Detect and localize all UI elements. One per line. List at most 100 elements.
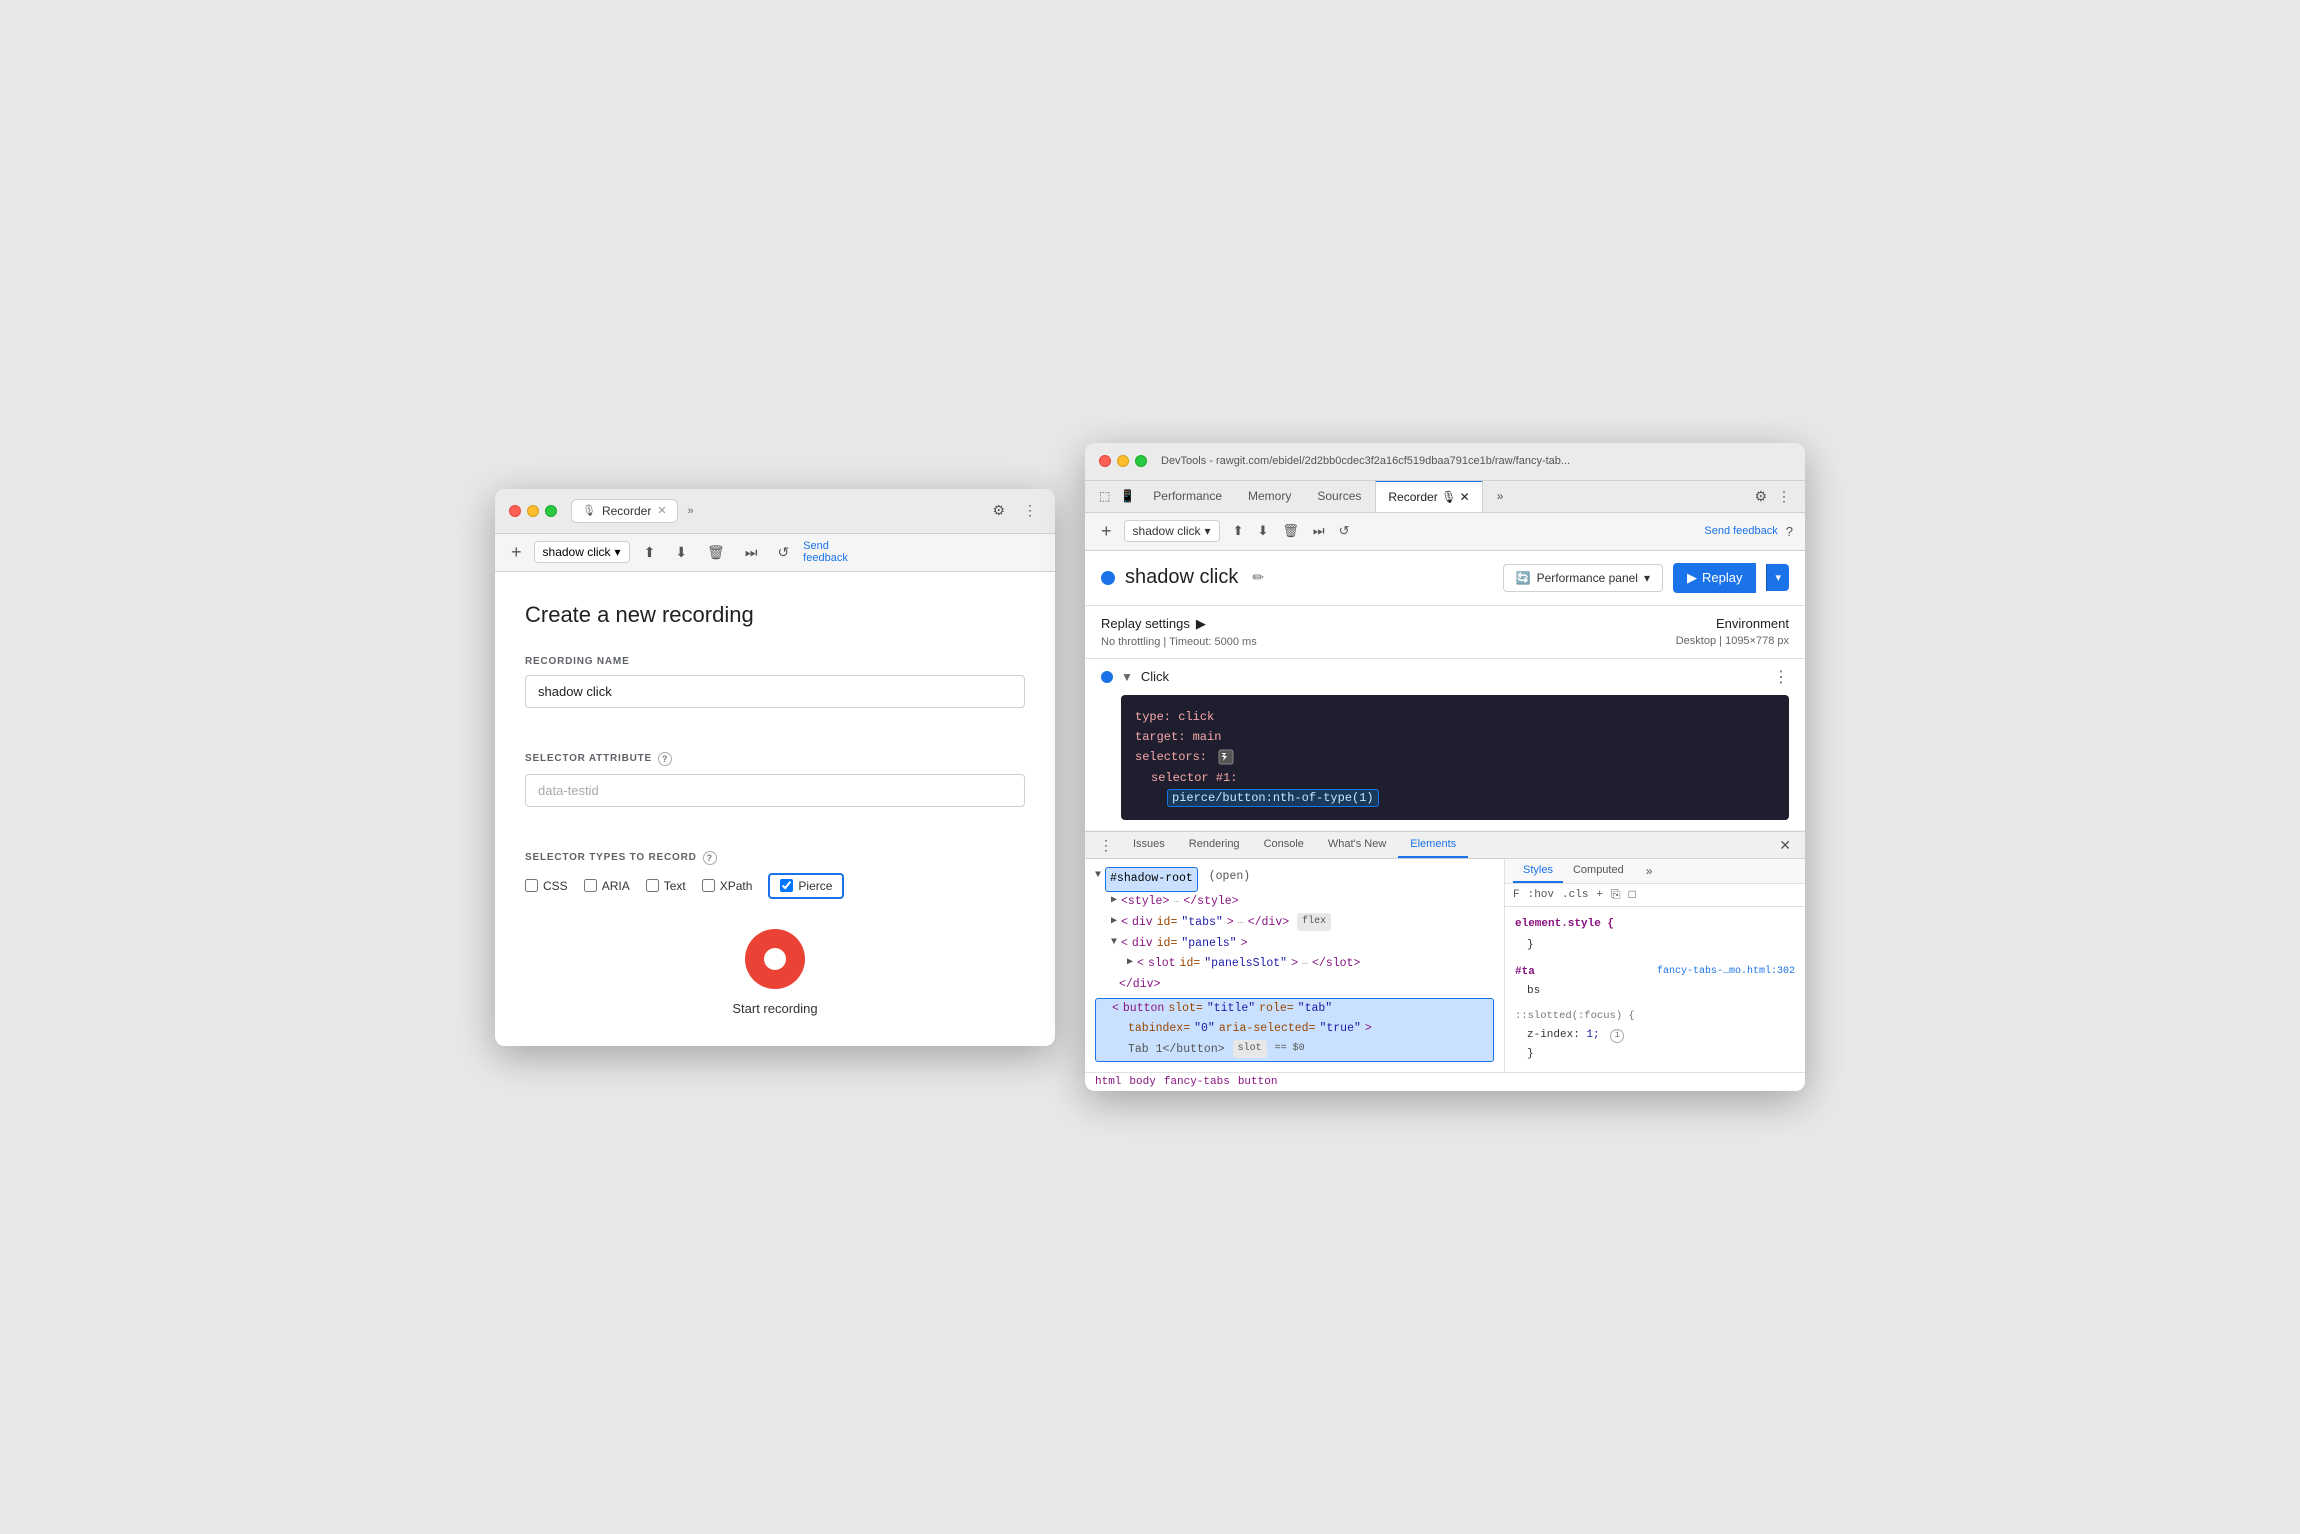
tab-performance[interactable]: Performance bbox=[1141, 481, 1234, 511]
more-icon-right[interactable]: ⋮ bbox=[1773, 486, 1795, 507]
pierce-checkbox-item[interactable]: Pierce bbox=[768, 873, 844, 899]
breadcrumb-html[interactable]: html bbox=[1095, 1076, 1121, 1088]
replay-dropdown-button[interactable]: ▾ bbox=[1766, 564, 1789, 591]
cls-label[interactable]: .cls bbox=[1562, 889, 1588, 901]
tab-recorder[interactable]: Recorder 🎙 ✕ bbox=[1375, 481, 1482, 512]
dropdown-chevron-icon: ▾ bbox=[615, 545, 621, 559]
right-url: DevTools - rawgit.com/ebidel/2d2bb0cdec3… bbox=[1161, 455, 1791, 467]
create-title: Create a new recording bbox=[525, 602, 1025, 628]
selector-types-group: SELECTOR TYPES TO RECORD ? CSS ARIA Text… bbox=[525, 851, 1025, 899]
download-icon[interactable]: ⬇ bbox=[669, 540, 693, 565]
close-button[interactable] bbox=[509, 505, 521, 517]
tab-close-icon[interactable]: ✕ bbox=[657, 504, 666, 517]
recording-title-text: shadow click bbox=[1125, 566, 1238, 589]
click-step-header[interactable]: ▼ Click ⋮ bbox=[1085, 659, 1805, 695]
bottom-tab-whats-new[interactable]: What's New bbox=[1316, 832, 1398, 858]
start-recording-button[interactable] bbox=[745, 929, 805, 989]
aria-checkbox[interactable] bbox=[584, 879, 597, 892]
text-checkbox[interactable] bbox=[646, 879, 659, 892]
edit-title-icon[interactable]: ✏ bbox=[1252, 569, 1264, 586]
help-icon[interactable]: ? bbox=[1786, 524, 1793, 539]
recording-name-input[interactable] bbox=[525, 675, 1025, 708]
settings-icon[interactable]: ⚙ bbox=[988, 500, 1009, 521]
aria-checkbox-item[interactable]: ARIA bbox=[584, 879, 630, 893]
breadcrumb-fancy-tabs[interactable]: fancy-tabs bbox=[1164, 1076, 1230, 1088]
bottom-tab-elements[interactable]: Elements bbox=[1398, 832, 1468, 858]
recording-selector[interactable]: shadow click ▾ bbox=[534, 541, 630, 563]
right-delete-icon[interactable]: 🗑 bbox=[1277, 520, 1304, 542]
selector-types-help-icon[interactable]: ? bbox=[703, 851, 717, 865]
add-recording-button[interactable]: + bbox=[507, 540, 526, 565]
recording-name-group: RECORDING NAME bbox=[525, 656, 1025, 730]
right-upload-icon[interactable]: ⬆ bbox=[1228, 520, 1249, 542]
xpath-checkbox-item[interactable]: XPath bbox=[702, 879, 753, 893]
breadcrumb-body[interactable]: body bbox=[1129, 1076, 1155, 1088]
add-style-icon[interactable]: + bbox=[1596, 889, 1603, 901]
send-feedback-button[interactable]: Send feedback bbox=[1704, 525, 1777, 537]
dom-div-panels-line: ▼ <div id="panels"> bbox=[1095, 934, 1494, 955]
right-replay-icon[interactable]: ↺ bbox=[1334, 520, 1355, 542]
upload-icon[interactable]: ⬆ bbox=[638, 540, 662, 565]
replay-icon[interactable]: ↺ bbox=[771, 540, 795, 565]
copy-style-icon[interactable]: ⎘ bbox=[1611, 888, 1621, 902]
minimize-button[interactable] bbox=[527, 505, 539, 517]
shadow-root-label: #shadow-root bbox=[1105, 867, 1198, 892]
step-more-icon[interactable]: ⋮ bbox=[1773, 667, 1789, 687]
right-step-icon[interactable]: ⏭ bbox=[1308, 520, 1330, 542]
breadcrumb-button[interactable]: button bbox=[1238, 1076, 1278, 1088]
performance-panel-button[interactable]: 🔄 Performance panel ▾ bbox=[1503, 564, 1663, 592]
css-checkbox-item[interactable]: CSS bbox=[525, 879, 568, 893]
bottom-tab-issues[interactable]: Issues bbox=[1121, 832, 1177, 858]
inspect-icon[interactable]: ⬚ bbox=[1095, 487, 1114, 505]
right-maximize-button[interactable] bbox=[1135, 455, 1147, 467]
right-add-recording-button[interactable]: + bbox=[1097, 519, 1116, 544]
z-index-info-icon[interactable]: i bbox=[1610, 1029, 1624, 1043]
computed-style-icon[interactable]: □ bbox=[1629, 888, 1636, 902]
selector-attr-input[interactable] bbox=[525, 774, 1025, 807]
styles-tab-computed[interactable]: Computed bbox=[1563, 859, 1634, 883]
step-collapse-icon[interactable]: ▼ bbox=[1121, 670, 1133, 684]
devtools-tabs-bar: ⬚ 📱 Performance Memory Sources Recorder … bbox=[1085, 481, 1805, 513]
tab-more-tabs[interactable]: » bbox=[1485, 481, 1516, 511]
filter-label: F bbox=[1513, 889, 1520, 901]
delete-icon[interactable]: 🗑 bbox=[701, 540, 731, 565]
step-title: Click bbox=[1141, 669, 1765, 684]
right-minimize-button[interactable] bbox=[1117, 455, 1129, 467]
bottom-close-icon[interactable]: ✕ bbox=[1771, 833, 1799, 858]
text-checkbox-item[interactable]: Text bbox=[646, 879, 686, 893]
bottom-more-icon[interactable]: ⋮ bbox=[1091, 833, 1121, 858]
more-icon[interactable]: ⋮ bbox=[1019, 500, 1041, 521]
styles-tabs-bar: Styles Computed » bbox=[1505, 859, 1805, 884]
tab-more-icon[interactable]: » bbox=[682, 501, 700, 521]
right-download-icon[interactable]: ⬇ bbox=[1252, 520, 1273, 542]
right-traffic-lights bbox=[1099, 455, 1147, 467]
bottom-content: ▼ #shadow-root (open) ▶ <style> … </styl… bbox=[1085, 859, 1805, 1072]
styles-tab-styles[interactable]: Styles bbox=[1513, 859, 1563, 883]
device-icon[interactable]: 📱 bbox=[1116, 487, 1139, 505]
styles-more-icon[interactable]: » bbox=[1638, 860, 1661, 882]
hover-label[interactable]: :hov bbox=[1528, 889, 1554, 901]
style-file-link[interactable]: fancy-tabs-…mo.html:302 bbox=[1657, 963, 1795, 980]
tab-memory[interactable]: Memory bbox=[1236, 481, 1303, 511]
selector-attr-help-icon[interactable]: ? bbox=[658, 752, 672, 766]
replay-button[interactable]: ▶ Replay bbox=[1673, 563, 1756, 593]
recorder-tab[interactable]: 🎙 Recorder ✕ bbox=[571, 499, 678, 523]
bottom-tab-rendering[interactable]: Rendering bbox=[1177, 832, 1252, 858]
step-icon[interactable]: ⏭ bbox=[739, 540, 764, 565]
dom-div-end-line: </div> bbox=[1095, 975, 1494, 996]
settings-icon-right[interactable]: ⚙ bbox=[1750, 486, 1771, 507]
css-checkbox[interactable] bbox=[525, 879, 538, 892]
replay-settings-left: Replay settings ▶ No throttling | Timeou… bbox=[1101, 616, 1257, 648]
xpath-checkbox[interactable] bbox=[702, 879, 715, 892]
send-feedback-link[interactable]: Sendfeedback bbox=[803, 540, 848, 564]
replay-settings-title[interactable]: Replay settings ▶ bbox=[1101, 616, 1257, 632]
right-recording-selector[interactable]: shadow click ▾ bbox=[1124, 520, 1220, 542]
checkboxes-row: CSS ARIA Text XPath Pierce bbox=[525, 873, 1025, 899]
start-recording-label: Start recording bbox=[732, 1001, 817, 1016]
tab-sources[interactable]: Sources bbox=[1305, 481, 1373, 511]
right-close-button[interactable] bbox=[1099, 455, 1111, 467]
pierce-checkbox[interactable] bbox=[780, 879, 793, 892]
bottom-tab-console[interactable]: Console bbox=[1252, 832, 1316, 858]
maximize-button[interactable] bbox=[545, 505, 557, 517]
recorder-tab-icon: 🎙 bbox=[582, 504, 596, 517]
